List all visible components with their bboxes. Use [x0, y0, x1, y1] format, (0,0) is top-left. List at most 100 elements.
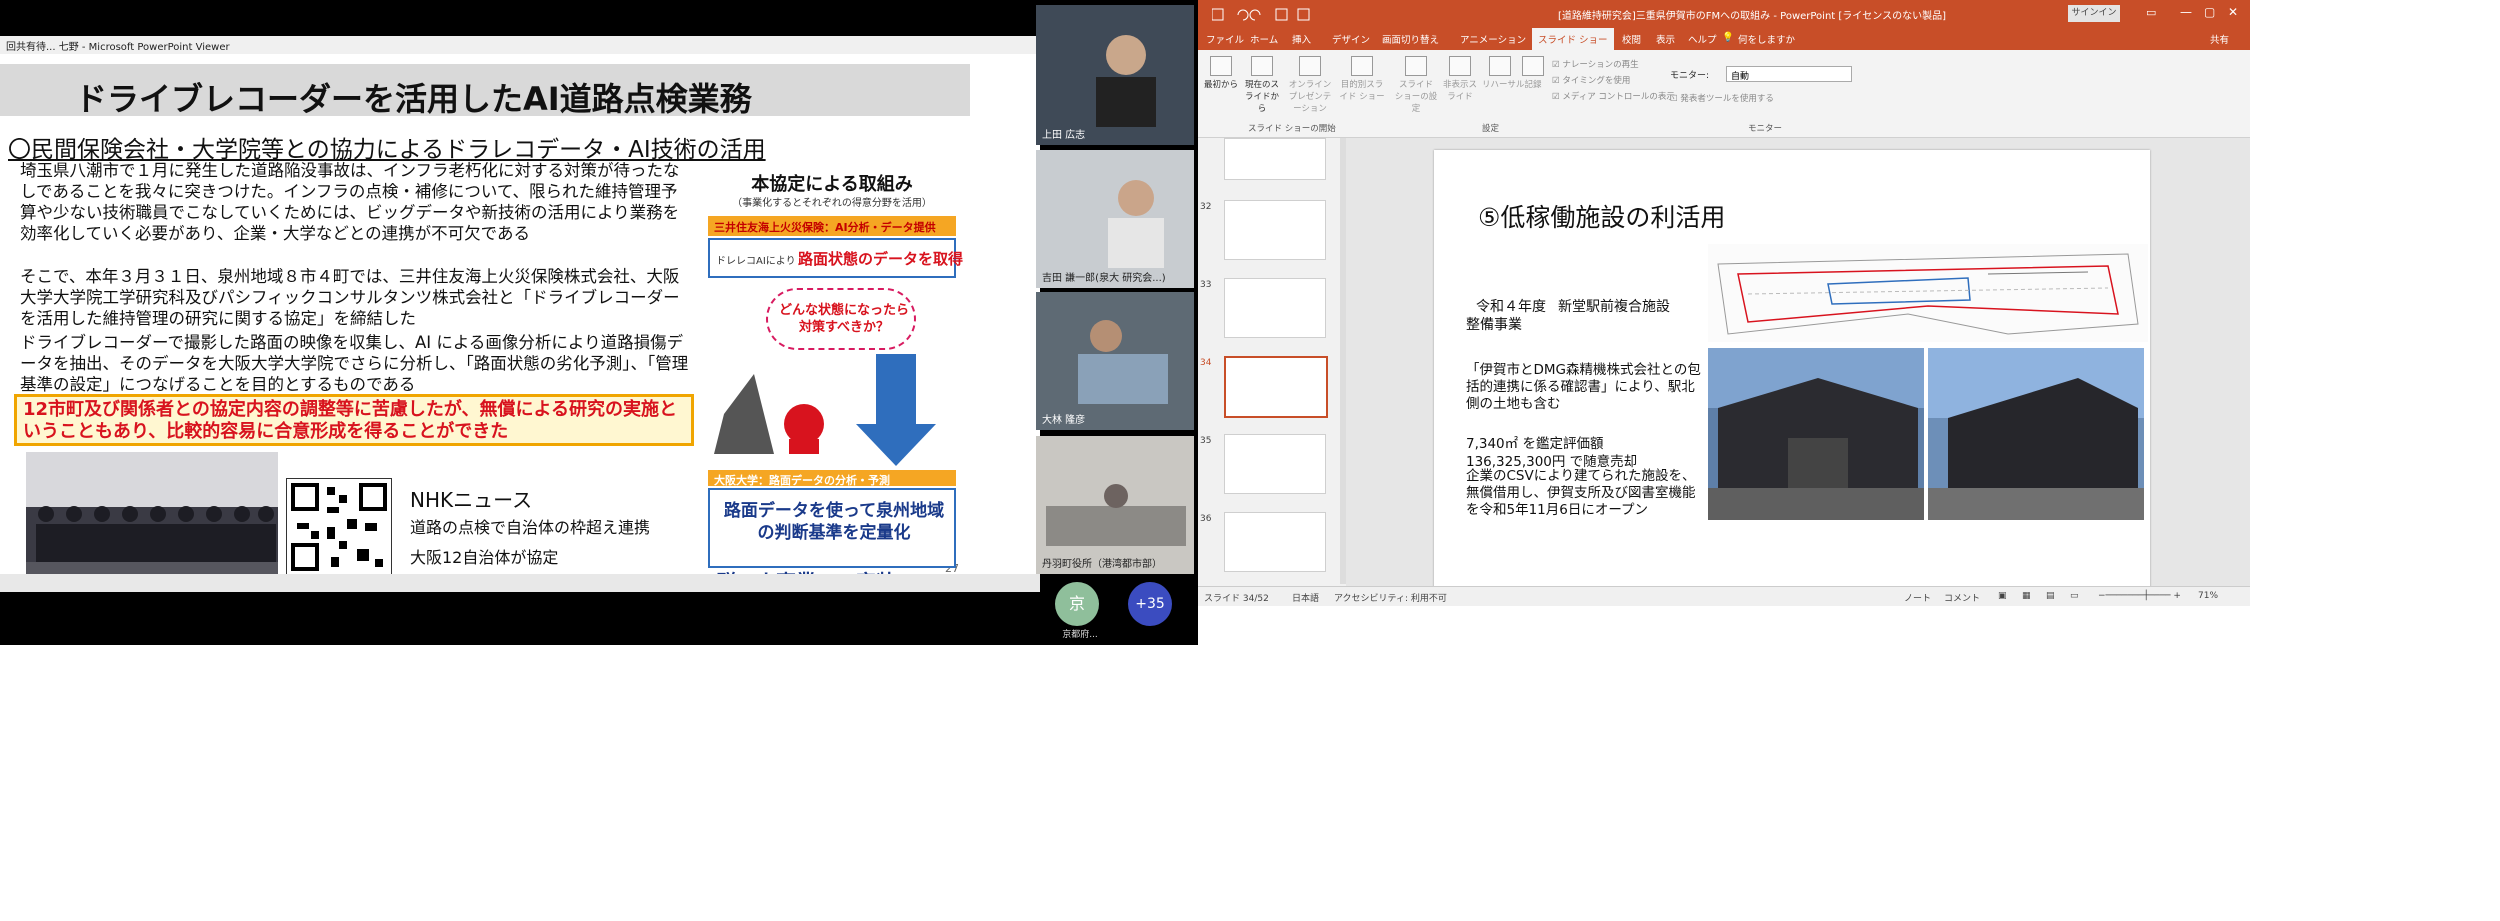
agreement-text: 「伊賀市とDMG森精機株式会社との包括的連携に係る確認書」により、駅北側の土地も…	[1466, 362, 1701, 412]
viewer-slide: ドライブレコーダーを活用したAI道路点検業務 〇民間保険会社・大学院等との協力に…	[0, 54, 1035, 589]
slide-title: ドライブレコーダーを活用したAI道路点検業務	[75, 80, 752, 118]
participant-video-2	[1036, 150, 1194, 288]
slide-editor-area: ⑤低稼働施設の利活用 令和４年度 新堂駅前複合施設 整備事業 「伊賀市とDMG森…	[1346, 138, 2250, 604]
facility-photo-2	[1928, 348, 2144, 520]
from-start-button[interactable]: 最初から	[1204, 56, 1238, 90]
participant-name: 大林 隆彦	[1042, 415, 1086, 426]
rehearse-icon	[1489, 56, 1511, 76]
slide-paragraph-2: そこで、本年３月３１日、泉州地域８市４町では、三井住友海上火災保険株式会社、大阪…	[20, 267, 680, 328]
presenter-view-checkbox[interactable]: ☐ 発表者ツールを使用する	[1670, 92, 1774, 104]
media-controls-checkbox[interactable]: ☑ メディア コントロールの表示	[1552, 90, 1675, 102]
panel-standard-box: 路面データを使って泉州地域の判断基準を定量化	[708, 488, 956, 568]
slide-thumbnail-34[interactable]	[1224, 356, 1328, 418]
accessibility-status[interactable]: アクセシビリティ: 利用不可	[1334, 591, 1447, 604]
tab-insert[interactable]: 挿入	[1292, 32, 1311, 46]
participant-video-4	[1036, 436, 1194, 574]
notes-button[interactable]: ノート	[1904, 591, 1931, 604]
slide-highlight-box: 12市町及び関係者との協定内容の調整等に苦慮したが、無償による研究の実施というこ…	[14, 394, 694, 446]
participant-avatar[interactable]: 京	[1055, 582, 1099, 626]
ppt-title-bar: [道路維持研究会]三重県伊賀市のFMへの取組み - PowerPoint [ライ…	[1198, 0, 2250, 28]
reading-view-icon[interactable]: ▤	[2046, 591, 2055, 601]
group-label-start: スライド ショーの開始	[1248, 124, 1336, 134]
viewer-title-bar: 回共有待... 七野 - Microsoft PowerPoint Viewer	[0, 36, 1040, 54]
online-present-icon	[1299, 56, 1321, 76]
setup-show-button[interactable]: スライド ショーの設定	[1394, 56, 1438, 114]
panel-mitsui-box: ドレレコAIにより 路面状態のデータを取得	[708, 238, 963, 278]
participant-tile-2[interactable]: 吉田 謙一郎(泉大 研究会...)	[1036, 150, 1194, 288]
sorter-view-icon[interactable]: ▦	[2022, 591, 2031, 601]
tab-help[interactable]: ヘルプ	[1688, 32, 1717, 46]
qr-graphic	[291, 483, 387, 571]
participant-tile-1[interactable]: 上田 広志	[1036, 5, 1194, 145]
question-cloud-text: どんな状態になったら対策すべきか？	[778, 303, 909, 335]
normal-view-icon[interactable]: ▣	[1998, 591, 2007, 601]
nhk-news-line-1: 道路の点検で自治体の枠超え連携	[410, 518, 651, 537]
tab-file[interactable]: ファイル	[1206, 32, 1244, 46]
photo-graphic	[26, 452, 278, 584]
media-controls-label: メディア コントロールの表示	[1562, 92, 1675, 102]
main-slide[interactable]: ⑤低稼働施設の利活用 令和４年度 新堂駅前複合施設 整備事業 「伊賀市とDMG森…	[1434, 150, 2150, 588]
tab-review[interactable]: 校閲	[1622, 32, 1641, 46]
slide-thumbnail-31[interactable]	[1224, 138, 1326, 180]
timing-checkbox[interactable]: ☑ タイミングを使用	[1552, 74, 1630, 86]
slide-thumbnail-33[interactable]	[1224, 278, 1326, 338]
timing-label: タイミングを使用	[1562, 76, 1631, 86]
monitor-label: モニター:	[1670, 71, 1710, 81]
slide-thumbnail-36[interactable]	[1224, 512, 1326, 572]
participant-video-1	[1036, 5, 1194, 145]
rehearse-button[interactable]: リハーサル	[1482, 56, 1524, 90]
participant-tile-3[interactable]: 大林 隆彦	[1036, 292, 1194, 430]
custom-show-button[interactable]: 目的別スライド ショー	[1338, 56, 1386, 102]
slide-thumbnail-32[interactable]	[1224, 200, 1326, 260]
ribbon-display-icon[interactable]: ▭	[2146, 6, 2156, 19]
from-start-label: 最初から	[1204, 80, 1239, 90]
panel-doraco-bold: 路面状態のデータを取得	[798, 250, 964, 268]
panel-mitsui-label: 三井住友海上火災保険：AI分析・データ提供	[708, 216, 956, 236]
tell-me-search[interactable]: 何をしますか	[1738, 32, 1795, 46]
thumb-number: 34	[1200, 358, 1212, 368]
record-button[interactable]: 記録	[1520, 56, 1546, 90]
setup-show-icon	[1405, 56, 1427, 76]
group-label-monitor: モニター	[1748, 124, 1783, 134]
tab-transitions[interactable]: 画面切り替え	[1382, 32, 1439, 46]
language-indicator[interactable]: 日本語	[1292, 591, 1319, 604]
sign-in-button[interactable]: サインイン	[2068, 5, 2120, 22]
more-participants-button[interactable]: +35	[1128, 582, 1172, 626]
maximize-icon[interactable]: ▢	[2204, 5, 2215, 19]
hide-slide-icon	[1449, 56, 1471, 76]
participant-tile-4[interactable]: 丹羽町役所（港湾都市部）	[1036, 436, 1194, 574]
close-icon[interactable]: ✕	[2228, 5, 2238, 19]
rehearse-label: リハーサル	[1482, 80, 1525, 90]
zoom-level[interactable]: 71%	[2198, 591, 2218, 601]
powerpoint-window: [道路維持研究会]三重県伊賀市のFMへの取組み - PowerPoint [ライ…	[1198, 0, 2250, 645]
slide-thumbnail-35[interactable]	[1224, 434, 1326, 494]
tab-view[interactable]: 表示	[1656, 32, 1675, 46]
tab-animations[interactable]: アニメーション	[1460, 32, 1526, 46]
presenter-view-label: 発表者ツールを使用する	[1680, 94, 1774, 104]
tab-home[interactable]: ホーム	[1250, 32, 1278, 46]
thumb-number: 36	[1200, 514, 1212, 524]
lightbulb-icon: 💡	[1722, 32, 1734, 43]
narration-checkbox[interactable]: ☑ ナレーションの再生	[1552, 58, 1639, 70]
share-button[interactable]: 共有	[2210, 32, 2229, 46]
comments-button[interactable]: コメント	[1944, 591, 1980, 604]
ribbon-tabs: ファイル ホーム 挿入 デザイン 画面切り替え アニメーション スライド ショー…	[1198, 28, 2250, 50]
monitor-select[interactable]: 自動	[1726, 66, 1852, 82]
hide-slide-button[interactable]: 非表示スライド	[1442, 56, 1478, 102]
tab-slideshow[interactable]: スライド ショー	[1532, 28, 1614, 50]
online-present-button[interactable]: オンライン プレゼンテーション	[1286, 56, 1334, 114]
from-current-button[interactable]: 現在のスライドから	[1242, 56, 1282, 114]
viewer-status-bar	[0, 574, 1040, 592]
slideshow-view-icon[interactable]: ▭	[2070, 591, 2079, 601]
qr-code	[286, 478, 392, 576]
quick-access-toolbar[interactable]	[1212, 8, 1332, 22]
panel-title: 本協定による取組み	[751, 174, 913, 195]
slide-paragraph-1: 埼玉県八潮市で１月に発生した道路陥没事故は、インフラ老朽化に対する対策が待ったな…	[20, 161, 680, 243]
tab-design[interactable]: デザイン	[1332, 32, 1370, 46]
zoom-slider[interactable]: −───────┼──── +	[2098, 591, 2181, 601]
minimize-icon[interactable]: —	[2180, 5, 2192, 19]
from-current-label: 現在のスライドから	[1244, 80, 1279, 114]
agreement-panel: 本協定による取組み （事業化するとそれぞれの得意分野を活用） 三井住友海上火災保…	[704, 170, 963, 589]
record-label: 記録	[1524, 80, 1542, 90]
custom-show-icon	[1351, 56, 1373, 76]
